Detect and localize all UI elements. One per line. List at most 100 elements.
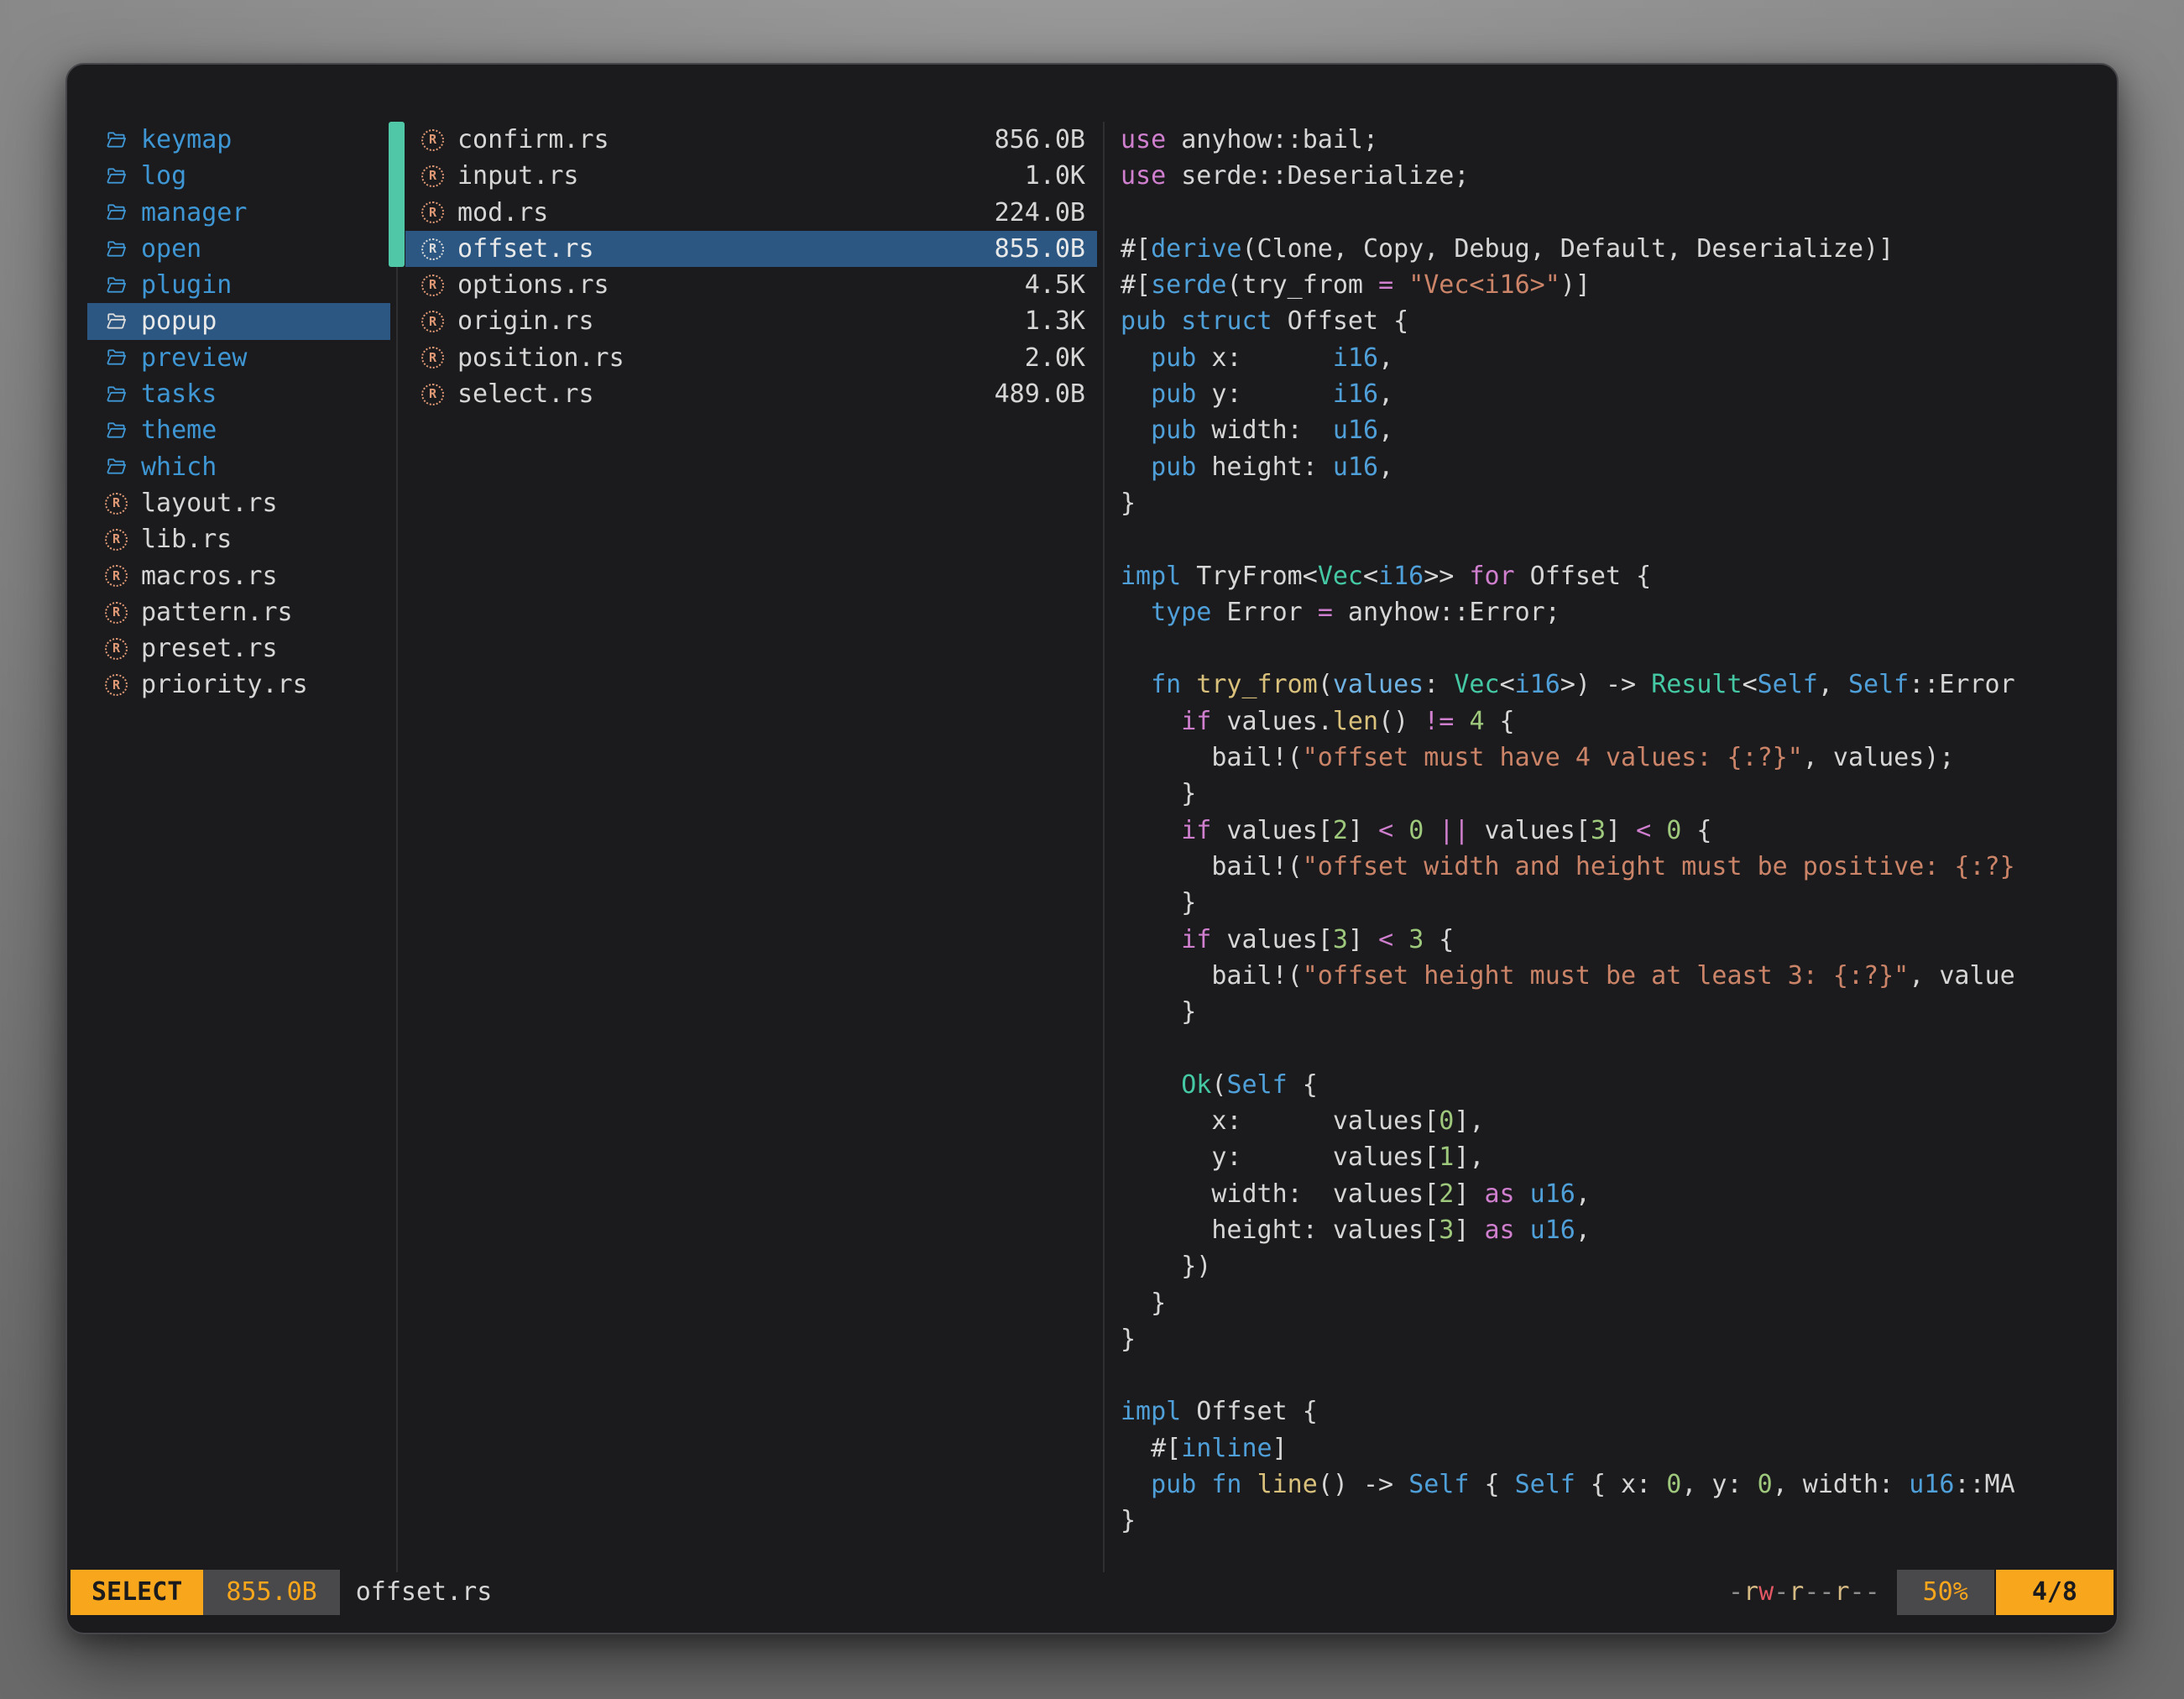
permission-char: -: [1850, 1577, 1865, 1607]
code-token: serde: [1151, 270, 1226, 300]
file-list-item[interactable]: input.rs 1.0K: [405, 158, 1097, 194]
code-token: [1121, 925, 1181, 954]
code-token: (: [1318, 670, 1333, 699]
code-token: [1121, 1070, 1181, 1100]
code-line: #[derive(Clone, Copy, Debug, Default, De…: [1121, 231, 2117, 267]
code-token: Vec: [1454, 670, 1499, 699]
code-token: if: [1181, 707, 1211, 736]
code-token: impl: [1121, 1397, 1181, 1426]
current-filename: offset.rs: [356, 1574, 493, 1610]
item-label: preview: [141, 340, 247, 376]
file-list-item[interactable]: select.rs 489.0B: [405, 376, 1097, 412]
code-token: values.: [1211, 707, 1333, 736]
code-token: [1393, 270, 1408, 300]
code-token: [1393, 816, 1408, 845]
code-token: Self: [1226, 1070, 1287, 1100]
parent-pane-item[interactable]: plugin: [87, 267, 390, 303]
code-token: Self: [1758, 670, 1818, 699]
file-name: position.rs: [457, 340, 624, 376]
code-token: [1121, 670, 1151, 699]
code-token: (Clone, Copy, Debug, Default, Deserializ…: [1242, 234, 1894, 264]
code-token: pub: [1151, 416, 1196, 445]
code-line: [1121, 1030, 2117, 1066]
code-token: {: [1485, 707, 1515, 736]
file-list-item[interactable]: confirm.rs 856.0B: [405, 122, 1097, 158]
parent-pane[interactable]: keymap log manager open: [71, 65, 396, 703]
parent-pane-item[interactable]: which: [87, 449, 390, 485]
code-preview: use anyhow::bail;use serde::Deserialize;…: [1121, 122, 2117, 1540]
code-token: values[: [1211, 816, 1333, 845]
code-token: as: [1484, 1179, 1514, 1209]
open-folder-icon: [105, 238, 128, 260]
parent-pane-item[interactable]: theme: [87, 412, 390, 448]
code-line: }: [1121, 776, 2117, 812]
code-token: <: [1636, 816, 1651, 845]
code-token: i16: [1333, 379, 1378, 409]
code-line: type Error = anyhow::Error;: [1121, 594, 2117, 630]
code-token: [1651, 816, 1666, 845]
code-token: <: [1378, 816, 1393, 845]
code-line: pub y: i16,: [1121, 376, 2117, 412]
file-list-item[interactable]: offset.rs 855.0B: [405, 231, 1097, 267]
code-token: derive: [1151, 234, 1241, 264]
permission-char: -: [1774, 1577, 1789, 1607]
parent-pane-item[interactable]: lib.rs: [87, 521, 390, 557]
code-token: [1121, 1470, 1151, 1499]
file-size: 855.0B: [608, 231, 1085, 267]
code-token: ,: [1575, 1215, 1591, 1245]
item-label: priority.rs: [141, 667, 308, 703]
permission-char: -: [1804, 1577, 1819, 1607]
file-list-item[interactable]: origin.rs 1.3K: [405, 303, 1097, 339]
file-list-item[interactable]: position.rs 2.0K: [405, 340, 1097, 376]
code-token: >) ->: [1560, 670, 1651, 699]
code-token: ]: [1606, 816, 1636, 845]
parent-pane-item[interactable]: layout.rs: [87, 485, 390, 521]
code-line: impl TryFrom<Vec<i16>> for Offset {: [1121, 558, 2117, 594]
parent-pane-item[interactable]: macros.rs: [87, 558, 390, 594]
code-token: [1121, 379, 1151, 409]
parent-pane-item[interactable]: keymap: [87, 122, 390, 158]
code-token: 0: [1666, 1470, 1681, 1499]
rust-file-icon: [421, 129, 444, 151]
parent-pane-item[interactable]: preview: [87, 340, 390, 376]
item-label: open: [141, 231, 201, 267]
code-token: }: [1121, 1289, 1166, 1318]
parent-pane-item[interactable]: priority.rs: [87, 667, 390, 703]
item-label: manager: [141, 195, 247, 231]
parent-pane-item[interactable]: open: [87, 231, 390, 267]
code-line: impl Offset {: [1121, 1393, 2117, 1430]
current-pane[interactable]: confirm.rs 856.0B input.rs 1.0K mod.rs 2…: [396, 65, 1103, 412]
parent-pane-item[interactable]: pattern.rs: [87, 594, 390, 630]
code-line: x: values[0],: [1121, 1103, 2117, 1139]
code-line: bail!("offset must have 4 values: {:?}",…: [1121, 740, 2117, 776]
code-token: {: [1469, 1470, 1514, 1499]
open-folder-icon: [105, 201, 128, 223]
code-token: u16: [1333, 452, 1378, 482]
parent-pane-item[interactable]: popup: [87, 303, 390, 339]
code-token: height:: [1196, 452, 1333, 482]
parent-pane-item[interactable]: log: [87, 158, 390, 194]
preview-pane[interactable]: use anyhow::bail;use serde::Deserialize;…: [1103, 65, 2117, 1540]
parent-pane-item[interactable]: preset.rs: [87, 630, 390, 667]
rust-file-icon: [105, 602, 128, 624]
code-token: 3: [1408, 925, 1424, 954]
code-token: try_from: [1196, 670, 1318, 699]
code-token: type: [1151, 598, 1211, 627]
parent-pane-item[interactable]: tasks: [87, 376, 390, 412]
parent-pane-item[interactable]: manager: [87, 195, 390, 231]
code-token: }): [1121, 1252, 1211, 1281]
code-token: }: [1121, 779, 1196, 808]
code-token: ]: [1454, 1179, 1484, 1209]
code-line: }: [1121, 885, 2117, 921]
code-token: 0: [1439, 1106, 1454, 1136]
code-token: if: [1181, 816, 1211, 845]
open-folder-icon: [105, 165, 128, 187]
code-token: bail!(: [1121, 961, 1303, 991]
code-token: [1424, 816, 1439, 845]
code-token: <: [1378, 925, 1393, 954]
file-list-item[interactable]: mod.rs 224.0B: [405, 195, 1097, 231]
permission-char: -: [1865, 1577, 1880, 1607]
file-list-item[interactable]: options.rs 4.5K: [405, 267, 1097, 303]
code-token: [1166, 306, 1181, 336]
code-token: i16: [1333, 343, 1378, 373]
